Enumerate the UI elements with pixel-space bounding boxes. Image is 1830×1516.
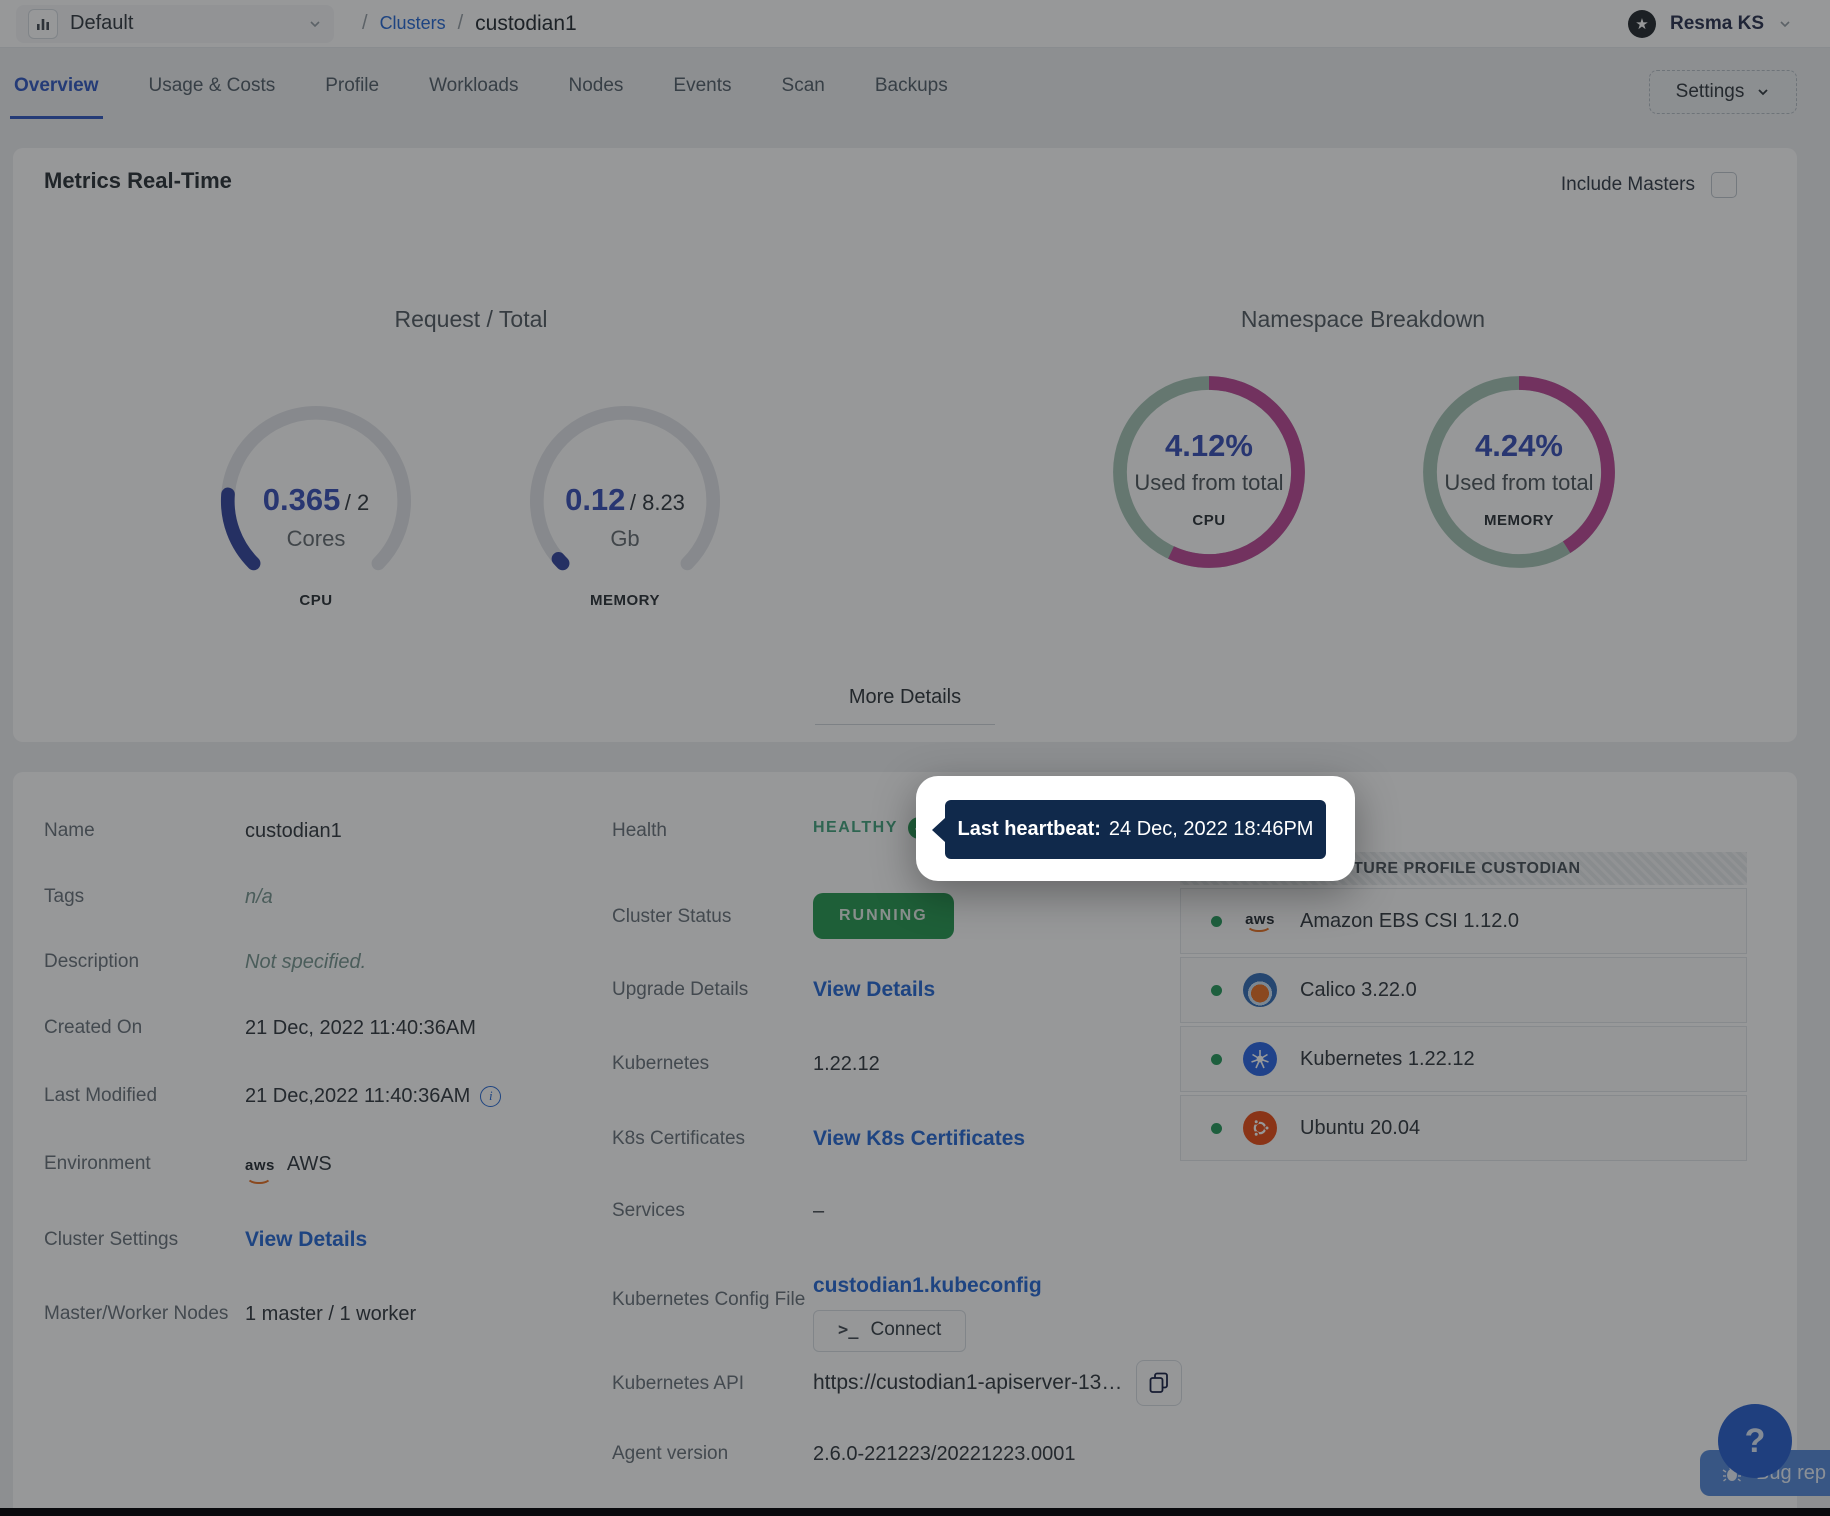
- tooltip-value: 24 Dec, 2022 18:46PM: [1109, 818, 1314, 841]
- tooltip-spotlight: Last heartbeat: 24 Dec, 2022 18:46PM: [916, 776, 1355, 881]
- last-heartbeat-tooltip: Last heartbeat: 24 Dec, 2022 18:46PM: [945, 800, 1326, 859]
- tooltip-label: Last heartbeat:: [958, 818, 1101, 841]
- dim-overlay: [0, 0, 1830, 1516]
